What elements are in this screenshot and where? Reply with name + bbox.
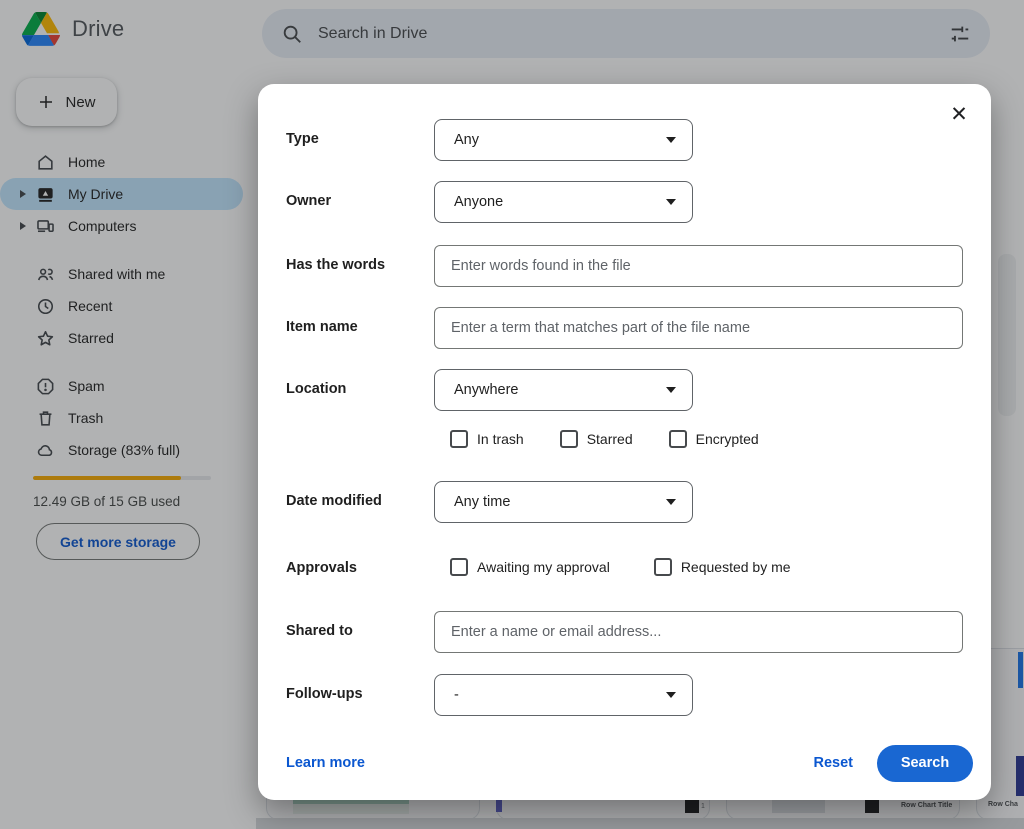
awaiting-my-approval-option[interactable]: Awaiting my approval <box>450 558 610 576</box>
dialog-footer: Learn more Reset Search <box>286 744 973 782</box>
close-icon[interactable]: ✕ <box>945 100 973 128</box>
chevron-down-icon <box>666 199 676 205</box>
owner-dropdown[interactable]: Anyone <box>434 181 693 223</box>
in-trash-option[interactable]: In trash <box>450 430 524 448</box>
date-modified-label: Date modified <box>286 493 382 509</box>
date-modified-dropdown-value: Any time <box>454 494 510 510</box>
chevron-down-icon <box>666 137 676 143</box>
shared-to-label: Shared to <box>286 623 353 639</box>
item-name-label: Item name <box>286 319 358 335</box>
approvals-label: Approvals <box>286 560 357 576</box>
follow-ups-label: Follow-ups <box>286 686 363 702</box>
type-label: Type <box>286 131 319 147</box>
location-label: Location <box>286 381 346 397</box>
approvals-checkbox-row: Awaiting my approval Requested by me <box>450 558 791 576</box>
reset-button[interactable]: Reset <box>814 755 854 771</box>
owner-label: Owner <box>286 193 331 209</box>
requested-by-me-checkbox[interactable] <box>654 558 672 576</box>
owner-dropdown-value: Anyone <box>454 194 503 210</box>
chevron-down-icon <box>666 692 676 698</box>
location-checkbox-row: In trash Starred Encrypted <box>450 430 759 448</box>
awaiting-my-approval-checkbox[interactable] <box>450 558 468 576</box>
advanced-search-dialog: ✕ Type Any Owner Anyone Has the words It… <box>258 84 991 800</box>
encrypted-option[interactable]: Encrypted <box>669 430 759 448</box>
follow-ups-dropdown-value: - <box>454 687 459 703</box>
starred-option[interactable]: Starred <box>560 430 633 448</box>
date-modified-dropdown[interactable]: Any time <box>434 481 693 523</box>
chevron-down-icon <box>666 387 676 393</box>
starred-checkbox[interactable] <box>560 430 578 448</box>
type-dropdown[interactable]: Any <box>434 119 693 161</box>
has-words-label: Has the words <box>286 257 385 273</box>
search-button[interactable]: Search <box>877 745 973 782</box>
item-name-input[interactable] <box>434 307 963 349</box>
requested-by-me-option[interactable]: Requested by me <box>654 558 791 576</box>
location-dropdown[interactable]: Anywhere <box>434 369 693 411</box>
shared-to-input[interactable] <box>434 611 963 653</box>
has-words-input[interactable] <box>434 245 963 287</box>
location-dropdown-value: Anywhere <box>454 382 518 398</box>
type-dropdown-value: Any <box>454 132 479 148</box>
chevron-down-icon <box>666 499 676 505</box>
learn-more-link[interactable]: Learn more <box>286 755 365 771</box>
in-trash-checkbox[interactable] <box>450 430 468 448</box>
follow-ups-dropdown[interactable]: - <box>434 674 693 716</box>
encrypted-checkbox[interactable] <box>669 430 687 448</box>
